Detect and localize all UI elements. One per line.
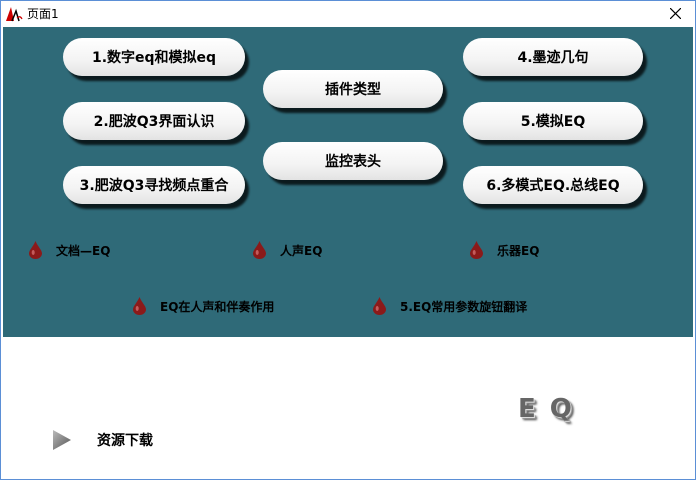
- resource-download-link[interactable]: 资源下载: [51, 428, 153, 452]
- link-eq-parameters[interactable]: 5.EQ常用参数旋钮翻译: [373, 296, 527, 316]
- button-q3-interface[interactable]: 2.肥波Q3界面认识: [63, 102, 245, 140]
- app-icon: [6, 7, 23, 22]
- link-label: 乐器EQ: [497, 243, 540, 258]
- window-title: 页面1: [27, 7, 59, 21]
- close-button[interactable]: [655, 1, 695, 26]
- link-eq-docs[interactable]: 文档—EQ: [29, 240, 110, 260]
- title-bar: 页面1: [1, 1, 695, 26]
- drop-icon: [470, 241, 483, 259]
- main-panel: 1.数字eq和模拟eq 2.肥波Q3界面认识 3.肥波Q3寻找频点重合 插件类型…: [3, 27, 693, 337]
- button-plugin-types[interactable]: 插件类型: [263, 70, 443, 108]
- link-label: 5.EQ常用参数旋钮翻译: [400, 299, 528, 314]
- link-eq-vocal-accompaniment[interactable]: EQ在人声和伴奏作用: [133, 296, 274, 316]
- link-label: 文档—EQ: [56, 243, 111, 258]
- link-label: 人声EQ: [280, 243, 323, 258]
- button-analog-eq[interactable]: 5.模拟EQ: [463, 102, 643, 140]
- play-icon: [53, 430, 71, 450]
- button-mojiji[interactable]: 4.墨迹几句: [463, 38, 643, 76]
- drop-icon: [373, 297, 386, 315]
- button-q3-frequency[interactable]: 3.肥波Q3寻找频点重合: [63, 166, 245, 204]
- link-label: EQ在人声和伴奏作用: [160, 299, 275, 314]
- app-window: 页面1 1.数字eq和模拟eq 2.肥波Q3界面认识 3.肥波Q3寻找频点重合 …: [0, 0, 696, 480]
- bottom-panel: EQ 资源下载: [3, 338, 693, 479]
- link-instrument-eq[interactable]: 乐器EQ: [470, 240, 539, 260]
- link-vocal-eq[interactable]: 人声EQ: [253, 240, 322, 260]
- drop-icon: [253, 241, 266, 259]
- download-label: 资源下载: [97, 433, 153, 449]
- drop-icon: [29, 241, 42, 259]
- close-icon: [669, 8, 681, 19]
- button-digital-analog-eq[interactable]: 1.数字eq和模拟eq: [63, 38, 245, 76]
- drop-icon: [133, 297, 146, 315]
- button-meter-monitoring[interactable]: 监控表头: [263, 142, 443, 180]
- button-multimode-bus-eq[interactable]: 6.多模式EQ.总线EQ: [463, 166, 643, 204]
- eq-logo: EQ: [518, 394, 586, 424]
